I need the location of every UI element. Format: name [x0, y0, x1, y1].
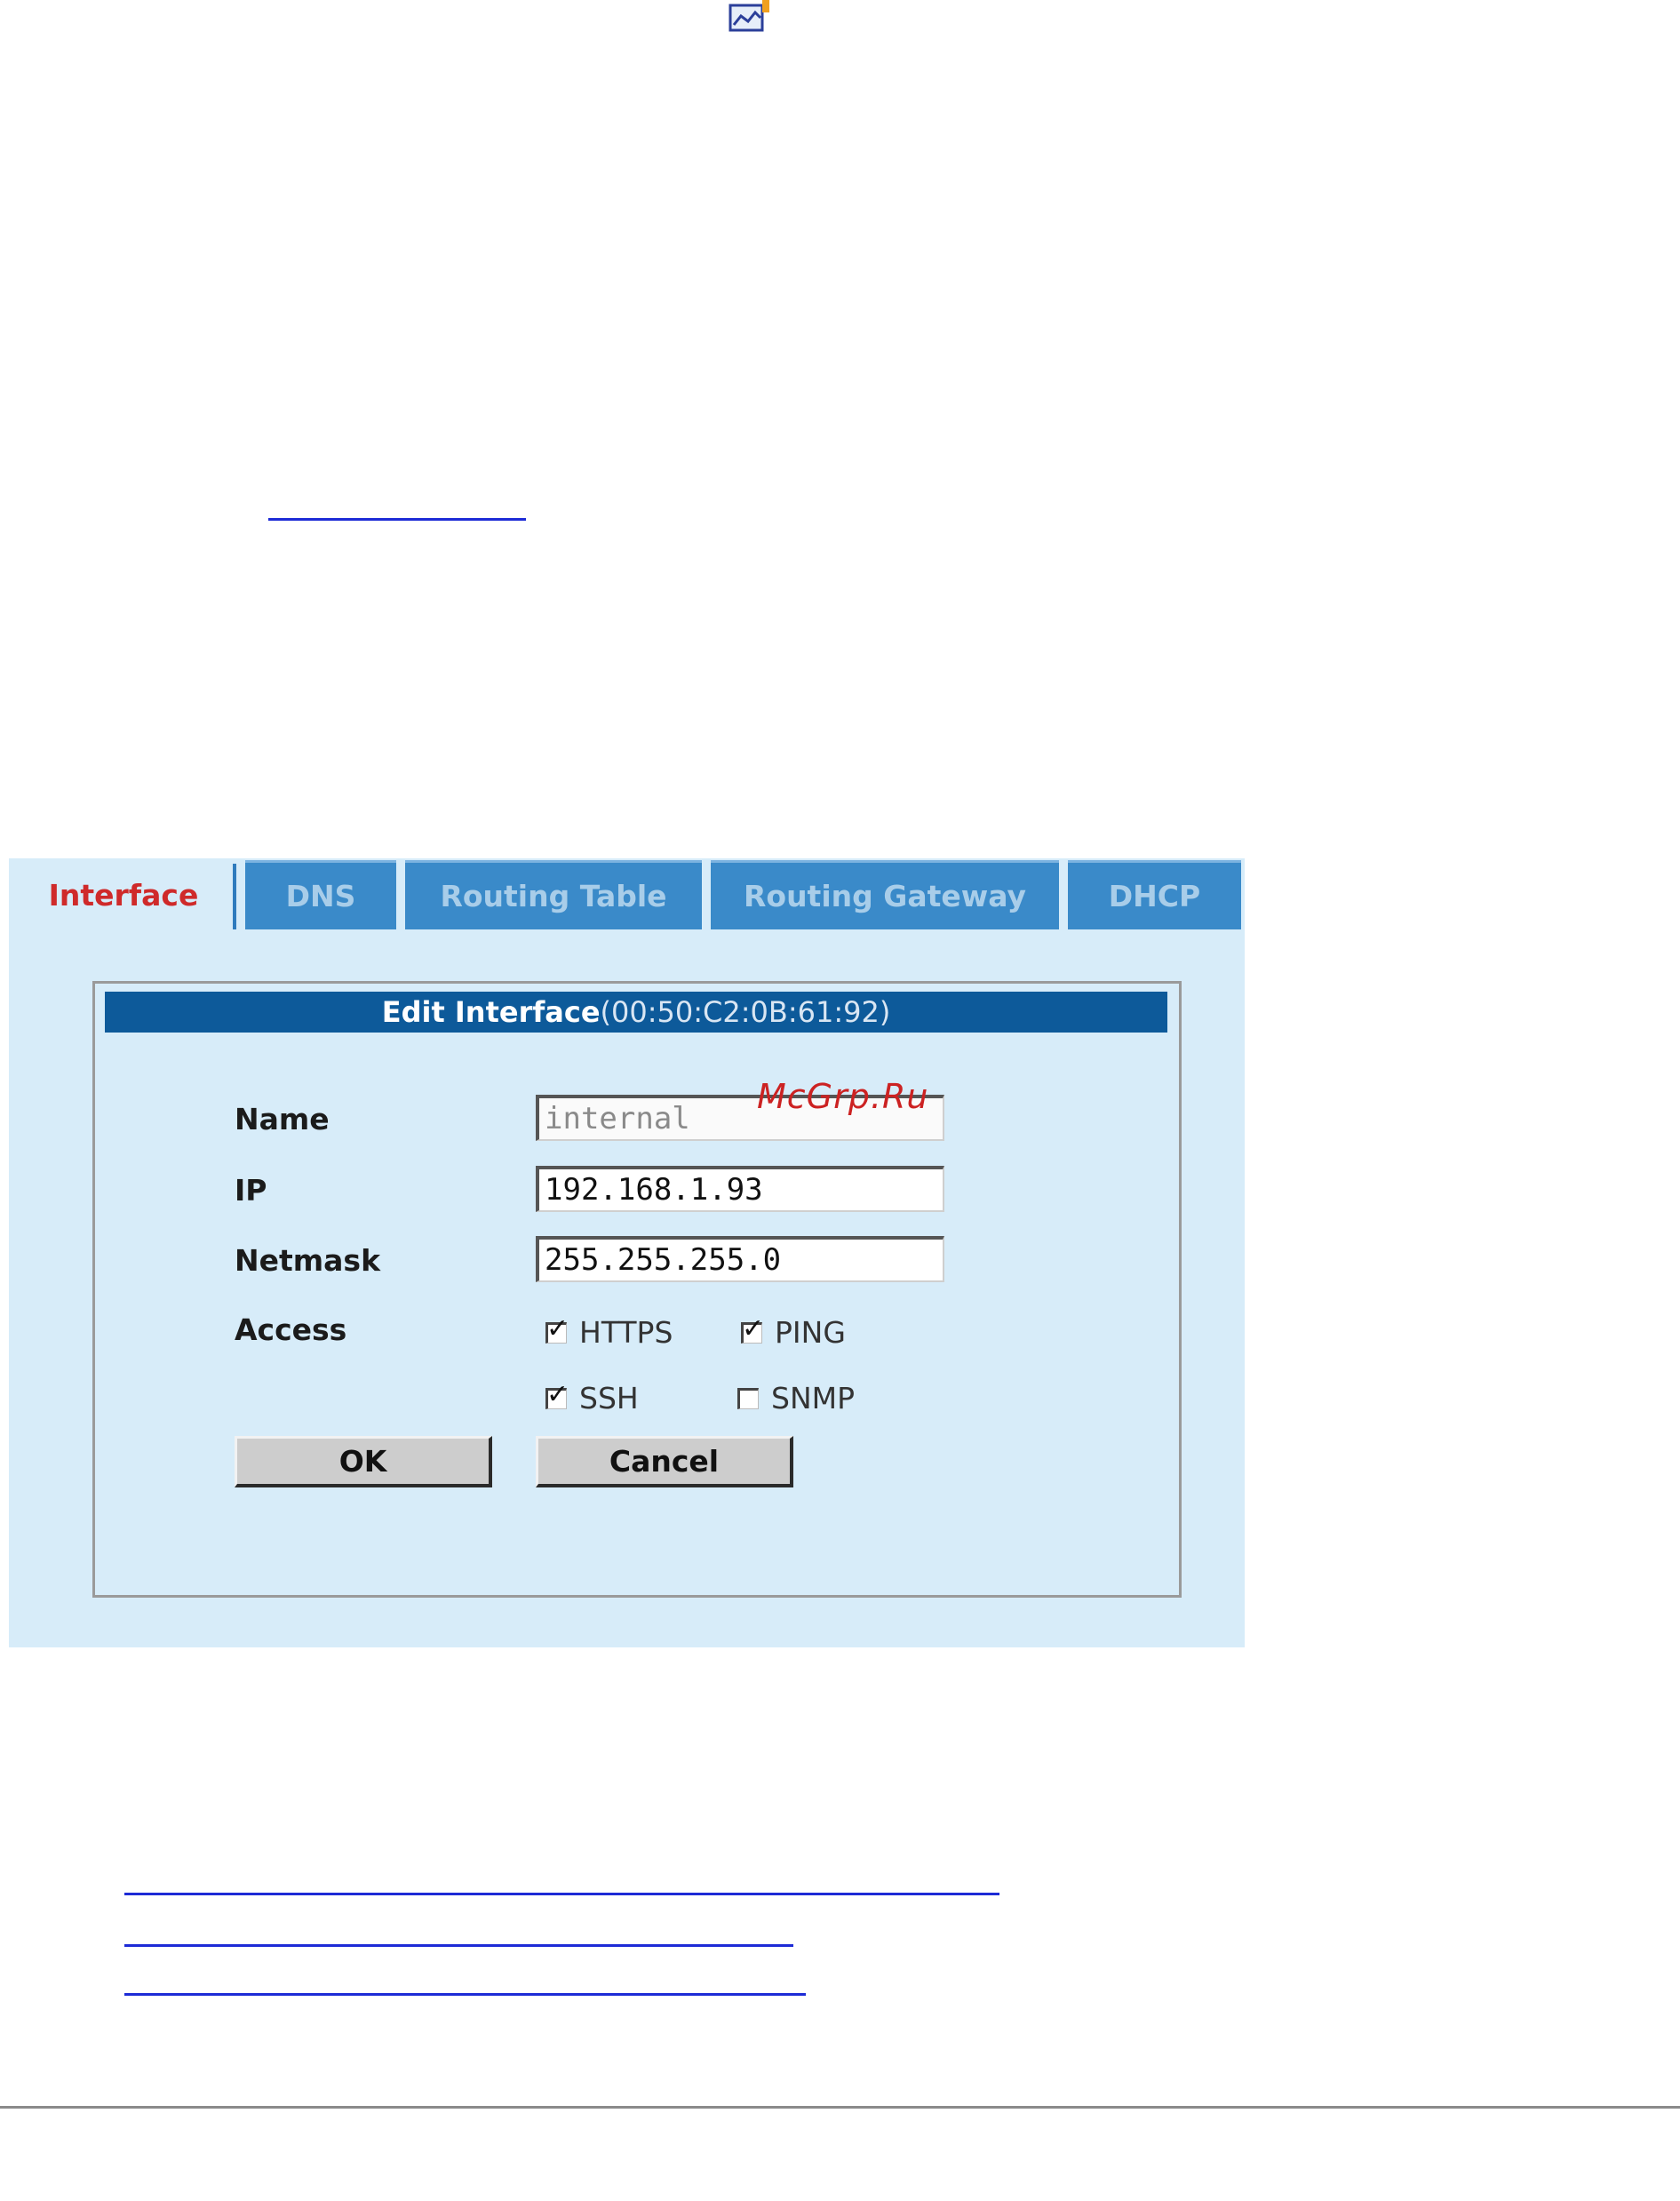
- checkbox-box[interactable]: ✓: [545, 1381, 569, 1409]
- form-title-bar: Edit Interface (00:50:C2:0B:61:92): [105, 992, 1167, 1033]
- link-2[interactable]: [124, 1944, 793, 1947]
- checkbox-box[interactable]: ✓: [741, 1315, 764, 1344]
- tab-routing-gateway[interactable]: Routing Gateway: [711, 860, 1059, 929]
- check-icon: ✓: [742, 1312, 765, 1344]
- checkbox-box[interactable]: ✓: [545, 1315, 569, 1344]
- tab-dhcp[interactable]: DHCP: [1068, 860, 1241, 929]
- ip-label: IP: [235, 1173, 267, 1208]
- name-label: Name: [235, 1102, 330, 1136]
- ping-checkbox[interactable]: ✓ PING: [741, 1315, 846, 1350]
- https-label: HTTPS: [579, 1315, 673, 1350]
- watermark: McGrp.Ru: [757, 1077, 929, 1116]
- checkbox-box[interactable]: [737, 1387, 759, 1409]
- check-icon: ✓: [546, 1312, 569, 1344]
- tab-interface[interactable]: Interface: [12, 860, 235, 929]
- check-icon: ✓: [546, 1378, 569, 1410]
- snmp-checkbox[interactable]: SNMP: [737, 1381, 855, 1415]
- snmp-label: SNMP: [771, 1381, 856, 1415]
- mac-address: (00:50:C2:0B:61:92): [600, 995, 891, 1029]
- tab-divider: [233, 864, 236, 929]
- netmask-label: Netmask: [235, 1243, 381, 1278]
- cancel-button[interactable]: Cancel: [536, 1436, 793, 1487]
- link-top[interactable]: [268, 518, 526, 521]
- edit-interface-form: [92, 981, 1182, 1598]
- tab-dns[interactable]: DNS: [245, 860, 396, 929]
- ping-label: PING: [775, 1315, 846, 1350]
- ip-input[interactable]: [536, 1166, 944, 1212]
- ssh-label: SSH: [579, 1381, 639, 1415]
- tab-routing-table[interactable]: Routing Table: [405, 860, 702, 929]
- https-checkbox[interactable]: ✓ HTTPS: [545, 1315, 673, 1350]
- edit-icon[interactable]: [729, 0, 773, 32]
- bottom-divider: [0, 2106, 1680, 2109]
- access-label: Access: [235, 1312, 347, 1347]
- netmask-input[interactable]: [536, 1236, 944, 1282]
- form-title: Edit Interface: [381, 995, 601, 1029]
- link-1[interactable]: [124, 1893, 999, 1895]
- ok-button[interactable]: OK: [235, 1436, 492, 1487]
- link-3[interactable]: [124, 1993, 806, 1996]
- ssh-checkbox[interactable]: ✓ SSH: [545, 1381, 639, 1415]
